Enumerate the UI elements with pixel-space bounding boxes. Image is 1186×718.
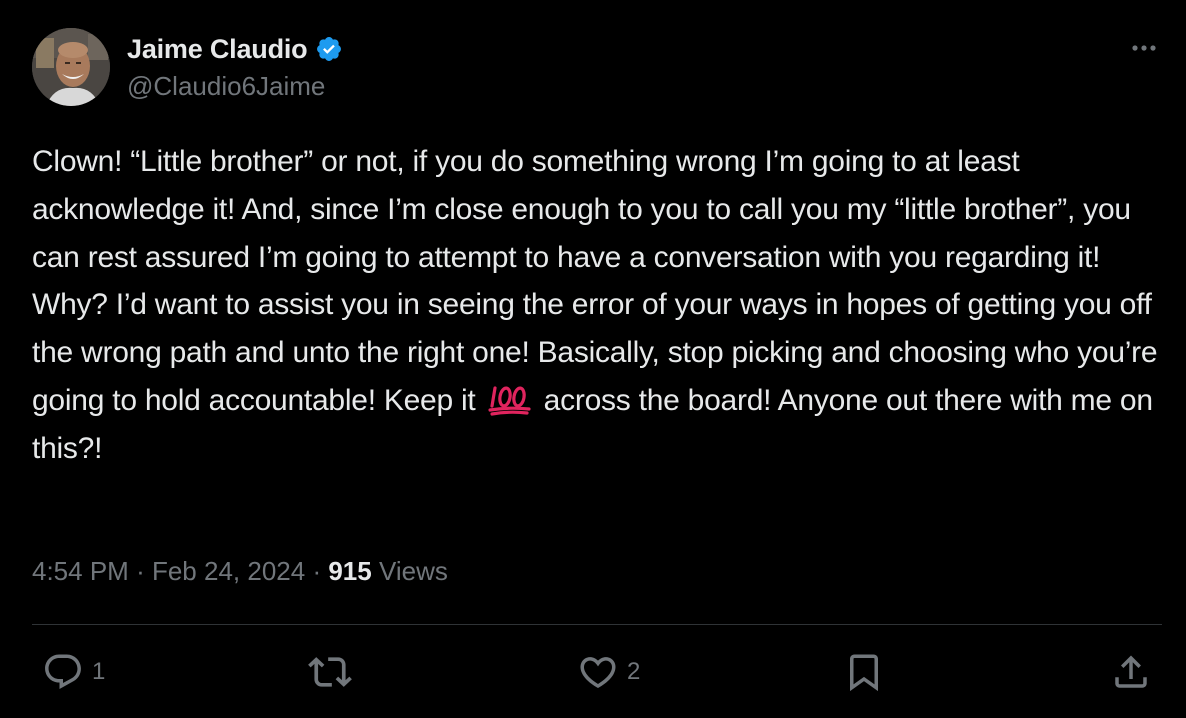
reply-button[interactable]: 1 — [42, 648, 105, 696]
verified-badge-icon[interactable] — [315, 35, 343, 63]
tweet-text-part-1: Clown! “Little brother” or not, if you d… — [32, 145, 1166, 417]
share-button[interactable] — [1110, 648, 1152, 696]
meta-separator: · — [136, 556, 145, 586]
views-count: 915 — [328, 556, 372, 586]
retweet-icon — [308, 650, 352, 694]
views-label: Views — [378, 556, 448, 586]
like-button[interactable]: 2 — [577, 648, 640, 696]
avatar[interactable] — [32, 28, 110, 106]
tweet-meta: 4:54 PM · Feb 24, 2024 · 915 Views — [32, 556, 448, 587]
author-name[interactable]: Jaime Claudio — [127, 34, 308, 65]
more-options-icon[interactable] — [1126, 36, 1162, 60]
like-icon — [577, 651, 619, 693]
reply-count: 1 — [92, 658, 106, 685]
avatar-image — [32, 28, 110, 106]
tweet-time[interactable]: 4:54 PM — [32, 556, 129, 587]
bookmark-button[interactable] — [843, 648, 885, 696]
tweet-text: Clown! “Little brother” or not, if you d… — [32, 138, 1162, 473]
hundred-points-emoji-icon — [487, 382, 533, 416]
author-name-row: Jaime Claudio — [127, 31, 343, 67]
tweet-date[interactable]: Feb 24, 2024 — [152, 556, 305, 587]
action-bar: 1 2 — [0, 648, 1186, 696]
author-handle[interactable]: @Claudio6Jaime — [127, 71, 325, 102]
bookmark-icon — [843, 651, 885, 693]
meta-separator: · — [312, 556, 322, 586]
reply-icon — [42, 651, 84, 693]
divider — [32, 624, 1162, 625]
retweet-button[interactable] — [308, 648, 360, 696]
tweet: Jaime Claudio @Claudio6Jaime Clown! “Lit… — [0, 0, 1186, 718]
like-count: 2 — [627, 658, 641, 685]
share-icon — [1110, 651, 1152, 693]
